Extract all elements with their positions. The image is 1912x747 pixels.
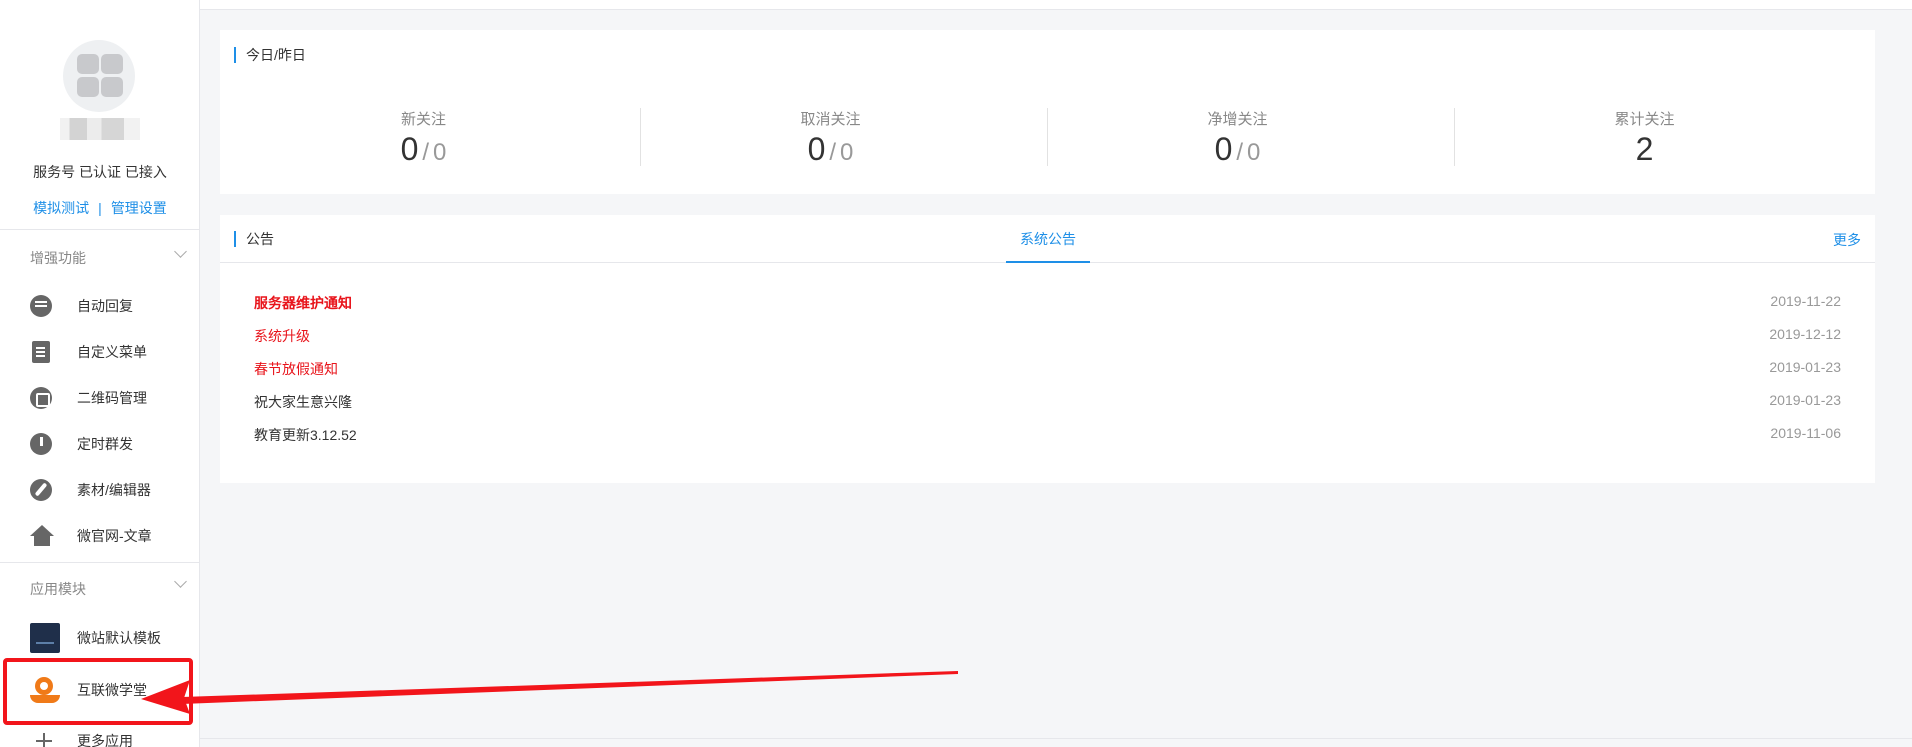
- account-panel: 服务号 已认证 已接入 模拟测试 | 管理设置: [0, 0, 199, 230]
- template-thumbnail-icon: [30, 623, 60, 653]
- stat-new-followers: 新关注 0/0: [220, 30, 627, 194]
- chevron-down-icon[interactable]: [174, 575, 187, 588]
- home-icon: [30, 525, 54, 549]
- notice-title: 祝大家生意兴隆: [254, 394, 352, 410]
- sidebar-item-custom-menu[interactable]: 自定义菜单: [0, 332, 199, 372]
- sidebar-item-label: 二维码管理: [77, 390, 147, 406]
- sidebar-item-label: 自动回复: [77, 298, 133, 314]
- sidebar-item-micro-site-articles[interactable]: 微官网-文章: [0, 516, 199, 556]
- document-edit-icon: [30, 341, 54, 365]
- qrcode-icon: [30, 387, 54, 411]
- stat-today: 0: [400, 131, 419, 167]
- stat-yesterday: 0: [840, 139, 854, 166]
- sidebar: 服务号 已认证 已接入 模拟测试 | 管理设置 增强功能 自动回复 自定义菜单 二维…: [0, 0, 200, 747]
- stat-label: 取消关注: [800, 111, 861, 128]
- chat-bubble-icon: [30, 295, 54, 319]
- sidebar-item-label: 素材/编辑器: [77, 482, 151, 498]
- stat-value: 0/0: [220, 131, 627, 168]
- sidebar-item-label: 自定义菜单: [77, 344, 147, 360]
- section-title-modules: 应用模块: [30, 581, 86, 597]
- account-links: 模拟测试 | 管理设置: [0, 198, 199, 218]
- notice-card: 公告 系统公告 更多 服务器维护通知 2019-11-22 系统升级 2019-…: [220, 215, 1875, 483]
- simulate-test-link[interactable]: 模拟测试: [33, 200, 89, 216]
- sidebar-item-default-template[interactable]: 微站默认模板: [0, 618, 199, 658]
- sidebar-item-label: 定时群发: [77, 436, 133, 452]
- stat-today: 2: [1635, 131, 1654, 167]
- tab-system-notice[interactable]: 系统公告: [1006, 215, 1090, 263]
- manage-settings-link[interactable]: 管理设置: [111, 200, 167, 216]
- stat-yesterday: 0: [1247, 139, 1261, 166]
- sidebar-item-scheduled-send[interactable]: 定时群发: [0, 424, 199, 464]
- account-avatar: [63, 40, 135, 112]
- notice-date: 2019-12-12: [1769, 326, 1841, 342]
- sidebar-item-edu-app[interactable]: 互联微学堂: [0, 670, 199, 710]
- more-link[interactable]: 更多: [1833, 230, 1861, 250]
- chevron-down-icon[interactable]: [174, 245, 187, 258]
- list-item[interactable]: 服务器维护通知 2019-11-22: [220, 285, 1875, 318]
- list-item[interactable]: 祝大家生意兴隆 2019-01-23: [220, 384, 1875, 417]
- stat-value: 0/0: [627, 131, 1034, 168]
- sidebar-item-qrcode[interactable]: 二维码管理: [0, 378, 199, 418]
- stat-label: 新关注: [400, 111, 446, 128]
- sidebar-item-label: 更多应用: [77, 733, 133, 747]
- sidebar-item-material-editor[interactable]: 素材/编辑器: [0, 470, 199, 510]
- sidebar-item-label: 互联微学堂: [77, 682, 147, 698]
- stat-today: 0: [1214, 131, 1233, 167]
- stat-unfollowers: 取消关注 0/0: [627, 30, 1034, 194]
- notice-title: 教育更新3.12.52: [254, 427, 357, 443]
- sidebar-item-label: 微站默认模板: [77, 630, 161, 646]
- stat-value: 2: [1441, 131, 1848, 168]
- stat-total-followers: 累计关注 2: [1441, 30, 1848, 194]
- notice-title: 服务器维护通知: [254, 295, 352, 311]
- stat-label: 累计关注: [1614, 111, 1675, 128]
- stat-today: 0: [807, 131, 826, 167]
- stat-yesterday: 0: [433, 139, 447, 166]
- list-item[interactable]: 春节放假通知 2019-01-23: [220, 351, 1875, 384]
- notice-date: 2019-11-06: [1770, 425, 1841, 441]
- list-item[interactable]: 教育更新3.12.52 2019-11-06: [220, 417, 1875, 450]
- notice-card-title: 公告: [234, 231, 274, 247]
- stat-net-followers: 净增关注 0/0: [1034, 30, 1441, 194]
- stat-label: 净增关注: [1207, 111, 1268, 128]
- sidebar-item-more-apps[interactable]: 更多应用: [0, 721, 199, 747]
- clock-icon: [30, 433, 54, 457]
- notice-date: 2019-01-23: [1769, 392, 1841, 408]
- plus-icon: [34, 731, 54, 747]
- stat-value: 0/0: [1034, 131, 1441, 168]
- section-divider: [0, 562, 199, 563]
- notice-date: 2019-11-22: [1770, 293, 1841, 309]
- top-bar: [200, 0, 1912, 10]
- edu-app-icon: [30, 675, 60, 705]
- stat-separator: /: [422, 139, 430, 166]
- list-item[interactable]: 系统升级 2019-12-12: [220, 318, 1875, 351]
- notice-header: 公告 系统公告 更多: [220, 215, 1875, 263]
- sidebar-item-auto-reply[interactable]: 自动回复: [0, 286, 199, 326]
- notice-title: 系统升级: [254, 328, 310, 344]
- link-separator: |: [98, 200, 102, 216]
- bottom-divider: [200, 738, 1912, 739]
- stats-card: 今日/昨日 新关注 0/0 取消关注 0/0 净增关注 0/0 累计关注 2: [220, 30, 1875, 194]
- section-title-enhanced: 增强功能: [30, 250, 86, 266]
- notice-title: 春节放假通知: [254, 361, 338, 377]
- account-status: 服务号 已认证 已接入: [33, 164, 167, 180]
- notice-date: 2019-01-23: [1769, 359, 1841, 375]
- stat-separator: /: [829, 139, 837, 166]
- stat-separator: /: [1236, 139, 1244, 166]
- pencil-icon: [30, 479, 54, 503]
- account-name-blurred: [60, 118, 140, 140]
- sidebar-item-label: 微官网-文章: [77, 528, 152, 544]
